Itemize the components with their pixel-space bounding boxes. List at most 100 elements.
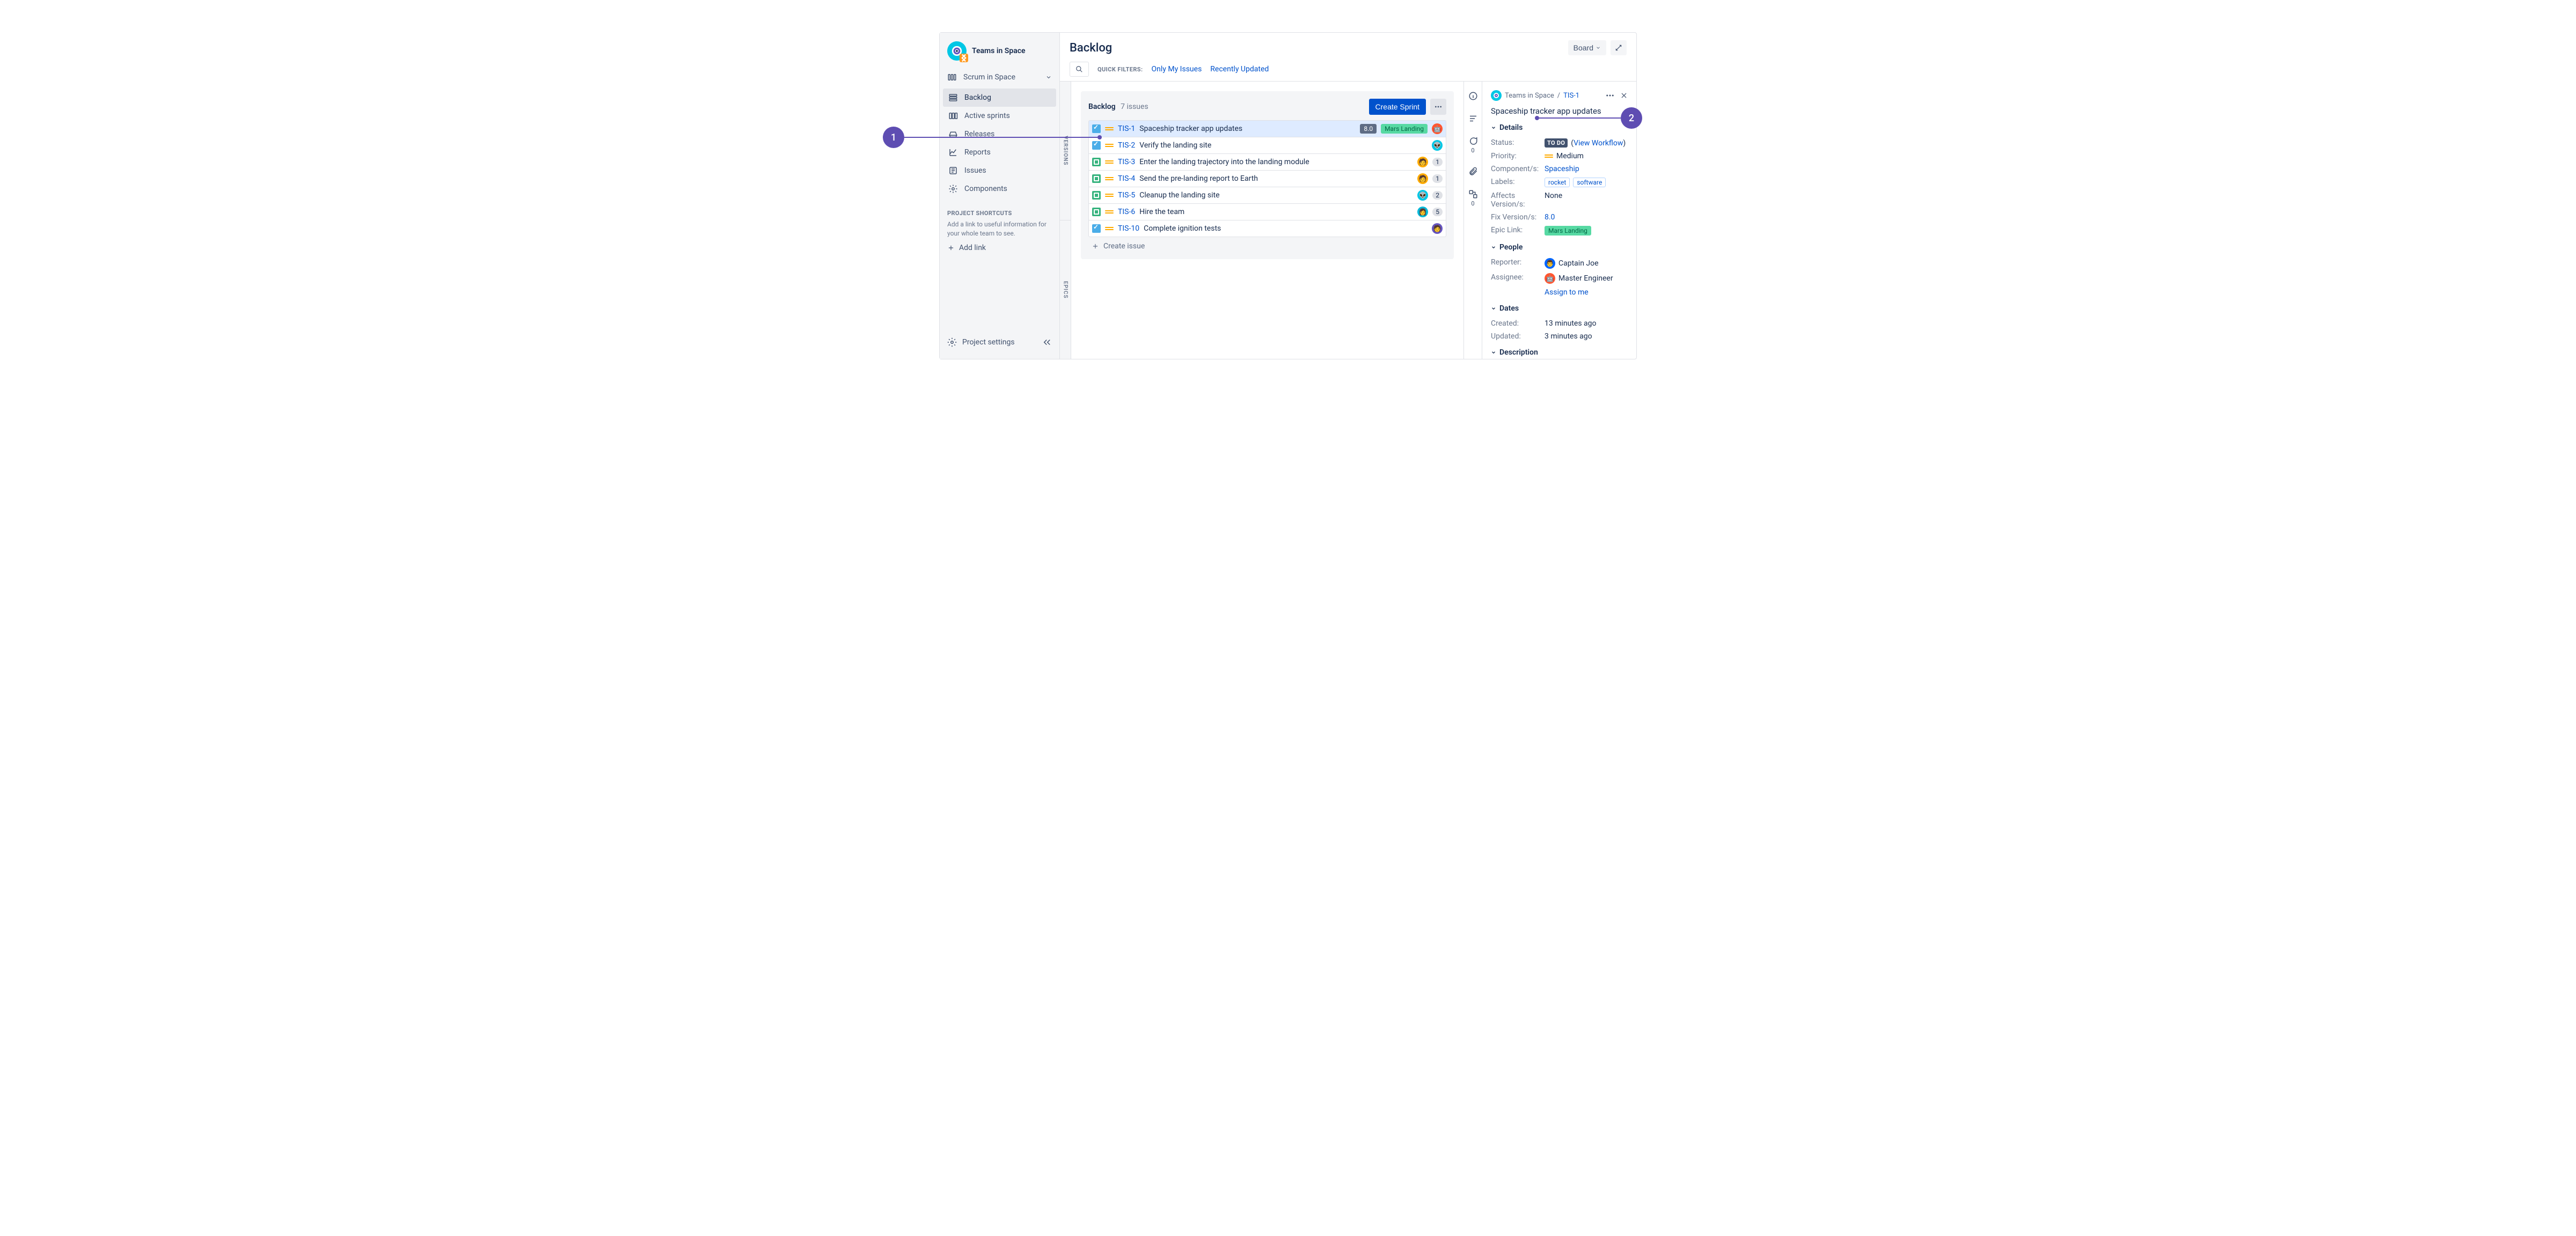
board-icon	[947, 72, 957, 82]
assignee-avatar[interactable]: 👽	[1417, 190, 1428, 201]
board-selector[interactable]: Scrum in Space	[940, 68, 1059, 86]
detail-rail-info[interactable]	[1468, 91, 1478, 101]
detail-rail-description[interactable]	[1468, 114, 1478, 123]
search-button[interactable]	[1070, 62, 1089, 77]
issue-key-link[interactable]: TIS-1	[1563, 92, 1579, 100]
versions-tab[interactable]: VERSIONS	[1060, 82, 1071, 220]
view-workflow-link[interactable]: View Workflow	[1574, 139, 1623, 148]
issue-row[interactable]: TIS-4 Send the pre-landing report to Eart…	[1088, 170, 1446, 187]
issue-key[interactable]: TIS-5	[1118, 191, 1135, 200]
chevron-down-icon	[1491, 245, 1496, 250]
issue-summary: Enter the landing trajectory into the la…	[1139, 158, 1309, 166]
sidebar-item-issues[interactable]: Issues	[943, 161, 1056, 180]
priority-medium-icon	[1105, 208, 1114, 216]
detail-rail-comments[interactable]: 0	[1468, 136, 1478, 154]
close-icon[interactable]	[1620, 92, 1628, 99]
epics-tab[interactable]: EPICS	[1060, 220, 1071, 359]
story-icon	[1092, 208, 1101, 216]
assign-to-me-link[interactable]: Assign to me	[1545, 288, 1589, 297]
quick-filters-label: QUICK FILTERS:	[1097, 66, 1143, 73]
project-mini-icon	[1491, 90, 1502, 101]
assignee-avatar[interactable]: 🤖	[1432, 123, 1443, 134]
sidebar-item-reports[interactable]: Reports	[943, 143, 1056, 161]
story-icon	[1092, 158, 1101, 166]
issue-row[interactable]: TIS-3 Enter the landing trajectory into t…	[1088, 153, 1446, 171]
assignee-avatar[interactable]: 🧑	[1417, 157, 1428, 167]
fix-version-link[interactable]: 8.0	[1545, 213, 1555, 222]
estimate-pill: 1	[1432, 174, 1443, 183]
backlog-icon	[948, 93, 958, 102]
task-icon	[1092, 224, 1101, 233]
sidebar-item-components[interactable]: Components	[943, 180, 1056, 198]
project-settings-link[interactable]: Project settings	[947, 337, 1015, 347]
annotation-badge-1: 1	[883, 127, 904, 148]
epic-badge: Mars Landing	[1381, 124, 1428, 134]
plus-icon	[1092, 242, 1099, 250]
priority-medium-icon	[1545, 152, 1553, 160]
chevron-down-icon	[1045, 74, 1052, 80]
text-icon	[1468, 114, 1478, 123]
issues-icon	[948, 166, 958, 175]
detail-rail-subtasks[interactable]: 0	[1468, 189, 1478, 207]
assignee-avatar[interactable]: 🧑	[1417, 173, 1428, 184]
backlog-section-title: Backlog	[1088, 102, 1116, 111]
board-name: Scrum in Space	[963, 73, 1015, 82]
info-icon	[1468, 91, 1478, 101]
issue-key[interactable]: TIS-6	[1118, 208, 1135, 216]
estimate-pill: 5	[1432, 208, 1443, 216]
assignee-avatar[interactable]: 🧑	[1432, 223, 1443, 234]
filter-only-my-issues[interactable]: Only My Issues	[1151, 65, 1202, 73]
detail-rail-attachments[interactable]	[1468, 167, 1478, 176]
issue-key[interactable]: TIS-4	[1118, 174, 1135, 183]
issue-summary: Verify the landing site	[1139, 141, 1211, 150]
issue-row[interactable]: TIS-1Spaceship tracker app updates8.0Mar…	[1088, 120, 1446, 137]
section-people[interactable]: People	[1491, 243, 1628, 252]
assignee-avatar[interactable]: 👩	[1417, 207, 1428, 217]
issue-summary: Spaceship tracker app updates	[1139, 124, 1242, 133]
label-chip[interactable]: software	[1573, 178, 1606, 187]
create-issue-button[interactable]: Create issue	[1088, 237, 1446, 252]
more-icon[interactable]	[1605, 91, 1615, 100]
detail-issue-title: Spaceship tracker app updates	[1491, 106, 1628, 116]
issue-row[interactable]: TIS-6Hire the team👩5	[1088, 203, 1446, 220]
section-details[interactable]: Details	[1491, 123, 1628, 132]
issue-row[interactable]: TIS-5Cleanup the landing site👽2	[1088, 187, 1446, 204]
create-sprint-button[interactable]: Create Sprint	[1369, 99, 1426, 115]
issue-row[interactable]: TIS-2 Verify the landing site 👽	[1088, 137, 1446, 154]
sidebar-item-releases[interactable]: Releases	[943, 125, 1056, 143]
project-header: Teams in Space	[940, 38, 1059, 68]
priority-medium-icon	[1105, 191, 1114, 200]
issue-key[interactable]: TIS-1	[1118, 124, 1135, 133]
priority-medium-icon	[1105, 141, 1114, 150]
status-lozenge[interactable]: TO DO	[1545, 138, 1568, 148]
collapse-icon[interactable]	[1042, 337, 1052, 347]
issue-row[interactable]: TIS-10Complete ignition tests🧑	[1088, 220, 1446, 237]
component-link[interactable]: Spaceship	[1545, 165, 1579, 173]
issue-key[interactable]: TIS-10	[1118, 224, 1139, 233]
section-dates[interactable]: Dates	[1491, 304, 1628, 313]
epic-link-badge[interactable]: Mars Landing	[1545, 226, 1591, 236]
more-icon	[1434, 102, 1443, 111]
sidebar-item-active-sprints[interactable]: Active sprints	[943, 107, 1056, 125]
priority-medium-icon	[1105, 124, 1114, 133]
ship-icon	[948, 129, 958, 139]
plus-icon	[947, 244, 955, 252]
story-icon	[1092, 191, 1101, 200]
issue-summary: Cleanup the landing site	[1139, 191, 1219, 200]
issue-summary: Send the pre-landing report to Earth	[1139, 174, 1258, 183]
add-link-button[interactable]: Add link	[947, 244, 1052, 252]
breadcrumb: Teams in Space / TIS-1	[1491, 90, 1579, 101]
assignee-avatar[interactable]: 👽	[1432, 140, 1443, 151]
fullscreen-button[interactable]	[1611, 40, 1627, 55]
issue-key[interactable]: TIS-2	[1118, 141, 1135, 150]
sidebar-item-backlog[interactable]: Backlog	[943, 89, 1056, 107]
shortcuts-description: Add a link to useful information for you…	[947, 220, 1052, 238]
label-chip[interactable]: rocket	[1545, 178, 1570, 187]
board-view-button[interactable]: Board	[1568, 40, 1606, 55]
reporter-avatar: 👨	[1545, 258, 1555, 269]
filter-recently-updated[interactable]: Recently Updated	[1210, 65, 1269, 73]
issue-key[interactable]: TIS-3	[1118, 158, 1135, 166]
gear-icon	[947, 337, 957, 347]
section-description[interactable]: Description	[1491, 348, 1628, 357]
backlog-more-button[interactable]	[1430, 99, 1446, 115]
